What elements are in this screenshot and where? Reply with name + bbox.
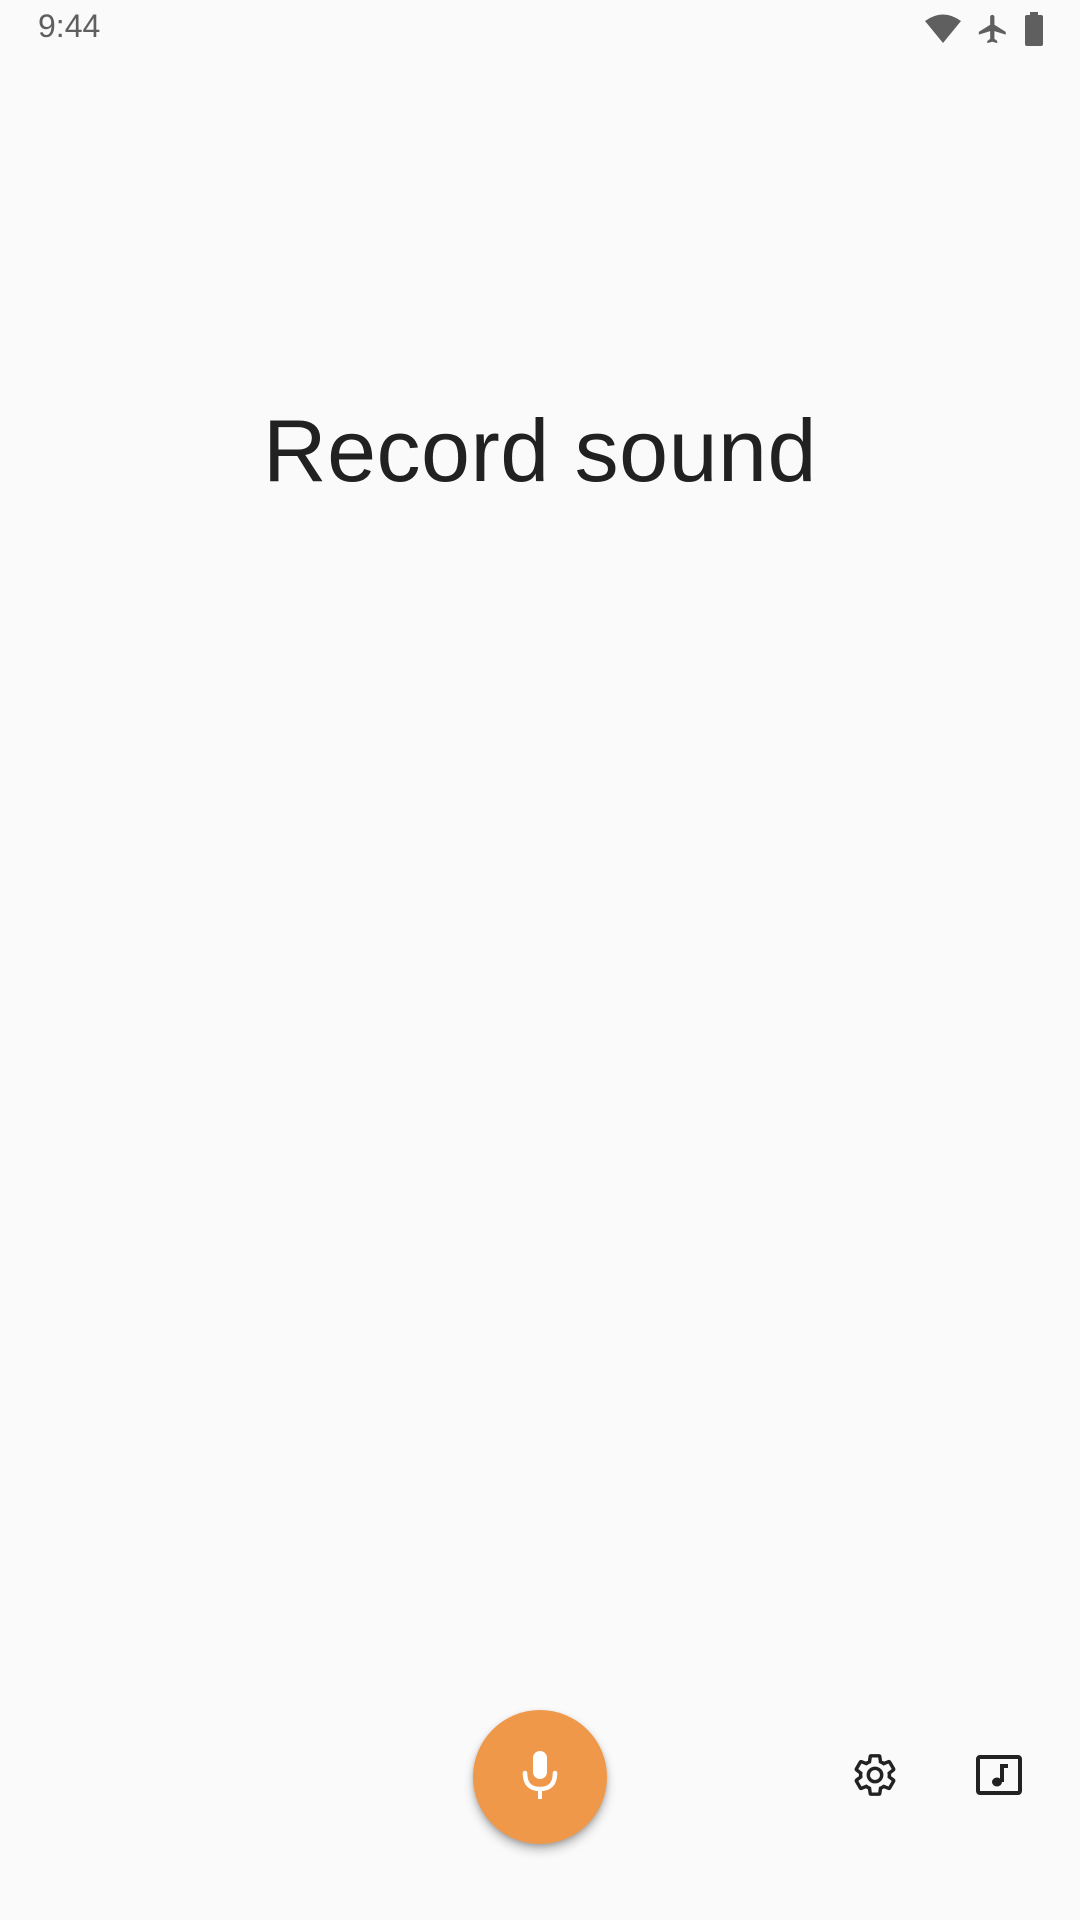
recorder-screen: 9:44 Record sound	[0, 0, 1080, 1920]
wifi-icon	[924, 14, 962, 44]
gear-icon	[852, 1752, 898, 1803]
settings-button[interactable]	[843, 1745, 907, 1809]
page-title: Record sound	[263, 401, 817, 500]
library-button[interactable]	[967, 1745, 1031, 1809]
microphone-icon	[520, 1749, 560, 1806]
music-library-icon	[976, 1754, 1022, 1800]
status-icons	[924, 12, 1044, 46]
status-time: 9:44	[38, 8, 101, 44]
battery-icon	[1024, 12, 1044, 46]
status-bar: 9:44	[0, 0, 1080, 60]
record-button[interactable]	[473, 1710, 607, 1844]
airplane-mode-icon	[976, 12, 1010, 46]
